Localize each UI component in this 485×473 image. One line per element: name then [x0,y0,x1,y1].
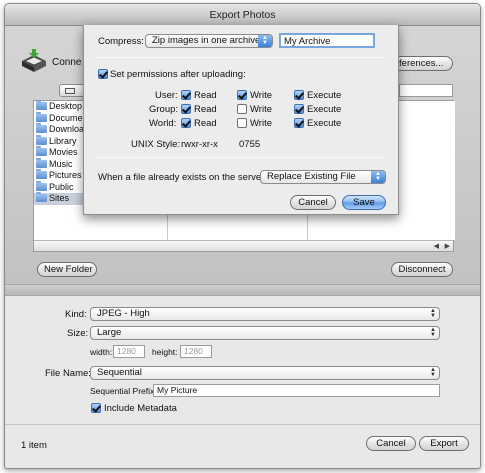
user-write-checkbox[interactable] [237,90,247,100]
scroll-left-arrow-icon[interactable]: ◀ [434,242,439,250]
popup-arrows-icon: ▲ ▼ [258,35,272,47]
popup-arrows-icon: ▲ ▼ [430,327,436,338]
connect-label: Conne [52,57,82,68]
folder-icon [36,146,47,156]
prefix-field[interactable]: My Picture [153,384,440,397]
group-execute-label: Execute [307,104,342,115]
group-read-checkbox[interactable] [181,104,191,114]
user-execute-label: Execute [307,90,342,101]
folder-icon [36,134,47,145]
height-label: height: [152,347,178,357]
kind-label: Kind: [65,309,87,320]
section-divider [5,284,480,296]
world-label: World: [149,118,177,129]
sheet-cancel-button[interactable]: Cancel [290,195,336,210]
folder-icon [36,180,47,191]
horizontal-scrollbar[interactable]: ◀ ▶ [34,240,453,251]
filename-label: File Name: [45,368,91,379]
folder-icon [36,192,47,202]
unix-style-label: UNIX Style: [131,139,181,150]
compress-select[interactable]: Zip images in one archive ▲ ▼ [145,34,273,48]
compress-label: Compress: [98,36,144,47]
user-read-label: Read [194,90,217,101]
world-write-label: Write [250,118,272,129]
user-read-checkbox[interactable] [181,90,191,100]
server-icon [19,49,49,75]
popup-arrows-icon: ▲ ▼ [371,171,385,183]
export-button[interactable]: Export [419,436,469,451]
disconnect-button[interactable]: Disconnect [391,262,453,277]
width-field[interactable]: 1280 [113,345,145,358]
new-folder-button[interactable]: New Folder [37,262,97,277]
user-write-label: Write [250,90,272,101]
sheet-divider [96,157,386,158]
width-label: width: [90,347,113,357]
cancel-button[interactable]: Cancel [366,436,416,451]
octal-value: 0755 [239,139,261,150]
height-field[interactable]: 1280 [180,345,212,358]
group-write-checkbox[interactable] [237,104,247,114]
upload-options-sheet: Compress: Zip images in one archive ▲ ▼ M… [83,25,399,215]
set-permissions-checkbox[interactable] [98,69,108,79]
folder-icon [36,157,47,168]
popup-arrows-icon: ▲ ▼ [430,367,436,378]
kind-select[interactable]: JPEG - High ▲ ▼ [90,307,440,321]
size-label: Size: [67,328,89,339]
file-exists-select[interactable]: Replace Existing File ▲ ▼ [260,170,386,184]
world-execute-checkbox[interactable] [294,118,304,128]
column-view-icon [65,88,75,94]
world-write-checkbox[interactable] [237,118,247,128]
scroll-right-arrow-icon[interactable]: ▶ [445,242,450,250]
world-read-checkbox[interactable] [181,118,191,128]
group-read-label: Read [194,104,217,115]
world-read-label: Read [194,118,217,129]
window-title: Export Photos [5,4,480,26]
item-count: 1 item [21,440,47,451]
filename-select[interactable]: Sequential ▲ ▼ [90,366,440,380]
user-label: User: [155,90,178,101]
include-metadata-checkbox[interactable] [91,403,101,413]
footer-divider [5,424,480,425]
prefix-label: Sequential Prefix: [90,386,157,396]
folder-icon [36,169,47,179]
group-write-label: Write [250,104,272,115]
folder-icon [36,123,47,133]
file-exists-label: When a file already exists on the server… [98,172,267,183]
group-label: Group: [149,104,179,115]
user-execute-checkbox[interactable] [294,90,304,100]
sheet-divider [96,57,386,58]
path-field[interactable] [399,84,453,97]
include-metadata-label: Include Metadata [104,403,177,414]
unix-style-value: rwxr-xr-x [181,139,218,150]
world-execute-label: Execute [307,118,342,129]
sheet-save-button[interactable]: Save [342,195,386,210]
archive-name-field[interactable]: My Archive [279,33,375,48]
folder-icon [36,100,47,110]
group-execute-checkbox[interactable] [294,104,304,114]
folder-icon [36,111,47,122]
popup-arrows-icon: ▲ ▼ [430,308,436,319]
set-permissions-label: Set permissions after uploading: [110,69,246,80]
size-select[interactable]: Large ▲ ▼ [90,326,440,340]
